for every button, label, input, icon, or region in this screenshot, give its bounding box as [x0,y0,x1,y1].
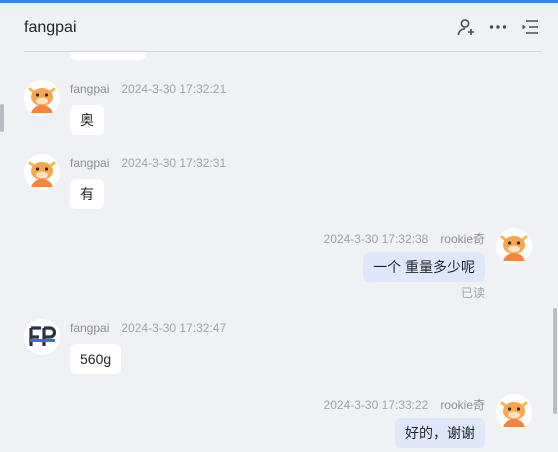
message-time: 2024-3-30 17:32:21 [121,82,227,96]
sender-name: fangpai [70,82,110,96]
message-bubble[interactable]: 560g [70,344,122,374]
previous-message-bubble [70,52,146,60]
cow-avatar[interactable] [496,394,532,430]
message-time: 2024-3-30 17:32:38 [323,232,429,246]
header-actions [456,17,542,37]
cow-avatar[interactable] [24,80,60,116]
chat-title: fangpai [24,19,77,36]
message-bubble[interactable]: 奥 [70,105,104,135]
scrollbar-thumb[interactable] [553,308,557,414]
sender-name: rookie奇 [440,232,485,246]
cow-avatar[interactable] [496,228,532,264]
list-icon[interactable] [520,17,540,37]
read-status: 已读 [460,286,485,300]
sender-name: fangpai [70,321,110,335]
sender-name: fangpai [70,156,110,170]
message-bubble[interactable]: 有 [70,179,104,209]
message-bubble[interactable]: 一个 重量多少呢 [363,252,485,282]
left-scrollbar-thumb[interactable] [0,104,4,132]
more-icon[interactable] [488,17,508,37]
message-time: 2024-3-30 17:33:22 [323,398,429,412]
message-bubble[interactable]: 好的，谢谢 [395,418,485,448]
sender-name: rookie奇 [440,398,485,412]
message-meta: fangpai 2024-3-30 17:32:31 [70,156,226,170]
message-time: 2024-3-30 17:32:31 [121,156,227,170]
message-meta: 2024-3-30 17:32:38 rookie奇 [324,230,485,247]
message-meta: fangpai 2024-3-30 17:32:21 [70,82,226,96]
cow-avatar[interactable] [24,154,60,190]
message-list[interactable]: fangpai 2024-3-30 17:32:21 奥 fangpai 2024-… [0,52,558,452]
message-meta: 2024-3-30 17:33:22 rookie奇 [324,396,485,413]
person-add-icon[interactable] [456,17,476,37]
chat-header: fangpai [24,3,542,52]
fp-logo-avatar[interactable] [24,319,60,355]
message-meta: fangpai 2024-3-30 17:32:47 [70,321,226,335]
message-time: 2024-3-30 17:32:47 [121,321,227,335]
